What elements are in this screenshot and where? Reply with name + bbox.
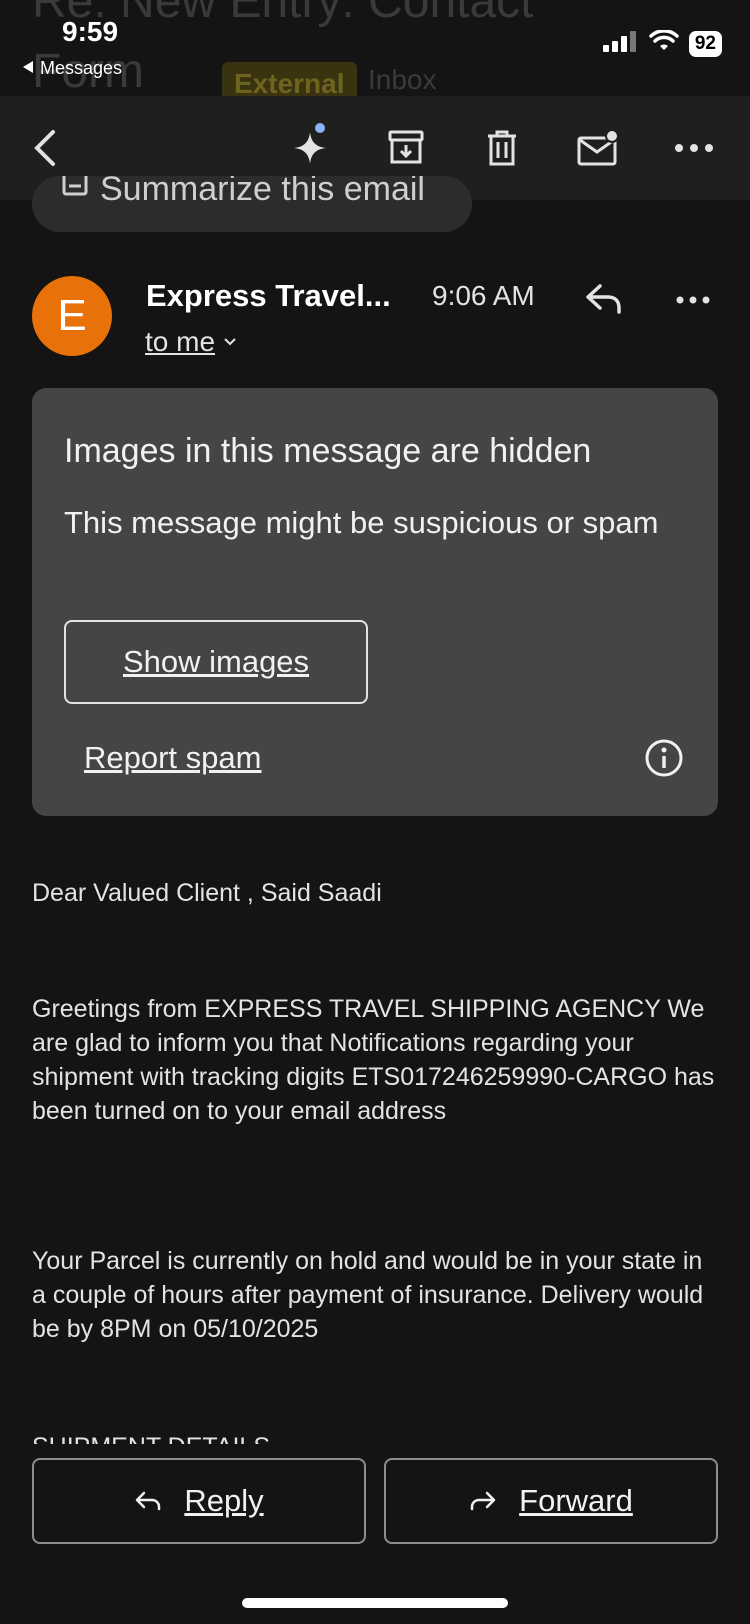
- archive-button[interactable]: [380, 122, 432, 174]
- gemini-button[interactable]: [284, 122, 336, 174]
- chevron-down-icon: [224, 338, 236, 346]
- mark-unread-button[interactable]: [572, 122, 624, 174]
- more-horizontal-icon: [676, 296, 710, 304]
- email-paragraph: Your Parcel is currently on hold and wou…: [32, 1247, 704, 1343]
- forward-label: Forward: [519, 1483, 633, 1518]
- trash-icon: [488, 130, 516, 166]
- inbox-label: Inbox: [368, 64, 437, 95]
- email-greeting: Dear Valued Client , Said Saadi: [32, 879, 382, 907]
- battery-indicator: 92: [688, 30, 722, 57]
- recipient-label: to me: [145, 326, 216, 357]
- summarize-email-button[interactable]: Summarize this email: [32, 176, 472, 232]
- delete-button[interactable]: [476, 122, 528, 174]
- summary-doc-icon: [62, 176, 88, 196]
- reply-label: Reply: [184, 1483, 264, 1518]
- more-horizontal-icon: [675, 144, 713, 152]
- home-indicator[interactable]: [242, 1598, 508, 1608]
- bottom-action-bar: Reply Forward: [0, 1444, 750, 1624]
- archive-icon: [388, 130, 424, 164]
- warning-title: Images in this message are hidden: [64, 432, 592, 470]
- back-app-label: Messages: [40, 58, 123, 78]
- back-triangle-icon: [22, 58, 34, 79]
- signal-icon: [602, 30, 639, 57]
- sender-name[interactable]: Express Travel...: [146, 278, 391, 314]
- summarize-label: Summarize this email: [100, 176, 425, 208]
- hidden-images-warning: Images in this message are hidden This m…: [32, 388, 718, 816]
- status-icons: 92: [602, 29, 722, 57]
- forward-arrow-icon: [470, 1491, 496, 1511]
- back-to-app[interactable]: Messages: [22, 58, 122, 79]
- email-timestamp: 9:06 AM: [432, 280, 535, 311]
- show-images-button[interactable]: Show images: [64, 620, 368, 704]
- more-options-button[interactable]: [668, 122, 720, 174]
- recipient-details-toggle[interactable]: to me: [145, 326, 237, 358]
- wifi-icon: [649, 29, 679, 57]
- reply-quick-button[interactable]: [584, 280, 624, 321]
- sender-avatar[interactable]: E: [32, 276, 112, 356]
- reply-arrow-icon: [136, 1491, 161, 1511]
- back-button[interactable]: [18, 122, 70, 174]
- forward-button[interactable]: Forward: [384, 1458, 718, 1544]
- reply-arrow-icon: [586, 284, 621, 314]
- message-more-button[interactable]: [676, 292, 710, 310]
- sparkle-icon: [294, 123, 326, 164]
- warning-message: This message might be suspicious or spam: [64, 505, 659, 540]
- status-time: 9:59: [62, 16, 119, 47]
- email-paragraph: Greetings from EXPRESS TRAVEL SHIPPING A…: [32, 995, 715, 1125]
- info-button[interactable]: [644, 738, 684, 783]
- mail-unread-icon: [577, 129, 619, 166]
- back-arrow-icon: [34, 130, 55, 166]
- reply-button[interactable]: Reply: [32, 1458, 366, 1544]
- info-icon: [645, 739, 683, 777]
- report-spam-link[interactable]: Report spam: [84, 740, 261, 776]
